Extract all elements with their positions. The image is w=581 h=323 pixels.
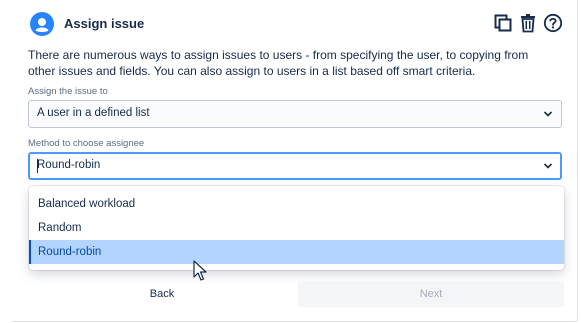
help-icon[interactable]: [543, 13, 565, 35]
assign-to-select[interactable]: A user in a defined list: [28, 100, 562, 128]
copy-icon[interactable]: [493, 13, 515, 35]
panel-title: Assign issue: [64, 16, 145, 31]
assign-to-value: A user in a defined list: [37, 107, 150, 119]
header-actions: [493, 13, 567, 35]
assign-field-label: Assign the issue to: [28, 86, 108, 97]
method-value: Round-robin: [37, 159, 101, 171]
back-button[interactable]: Back: [29, 281, 295, 307]
mouse-cursor-icon: [193, 260, 207, 281]
trash-icon[interactable]: [518, 13, 540, 35]
description-text: There are numerous ways to assign issues…: [28, 48, 529, 78]
option-balanced-workload[interactable]: Balanced workload: [29, 192, 564, 216]
assign-issue-panel: Assign issue There are numerous ways to …: [12, 0, 578, 322]
option-round-robin[interactable]: Round-robin: [29, 240, 564, 264]
next-button[interactable]: Next: [298, 281, 564, 307]
method-select[interactable]: Round-robin: [28, 152, 562, 180]
chevron-down-icon: [543, 163, 553, 169]
option-random[interactable]: Random: [29, 216, 564, 240]
user-avatar-icon: [30, 12, 54, 36]
chevron-down-icon: [543, 111, 553, 117]
panel-header: Assign issue: [30, 12, 567, 38]
method-field-label: Method to choose assignee: [28, 138, 145, 149]
method-options-menu: Balanced workload Random Round-robin: [29, 186, 564, 270]
